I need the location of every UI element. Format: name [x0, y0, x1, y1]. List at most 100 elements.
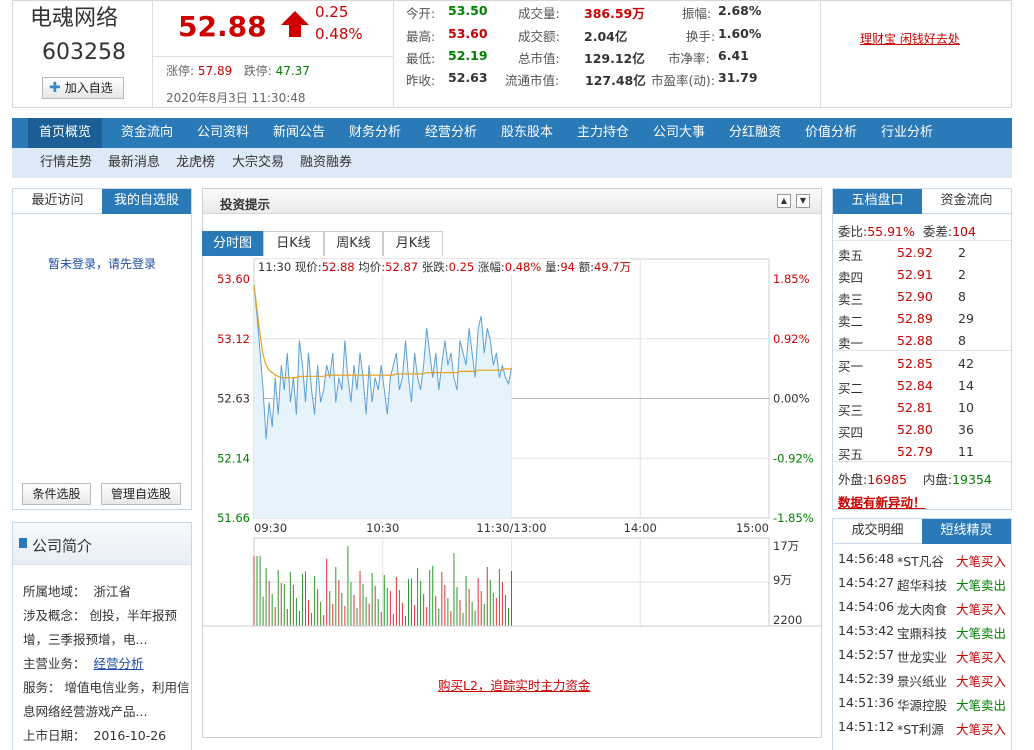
- order-vol: 2: [958, 245, 966, 260]
- ratio-label: 委比:: [838, 224, 868, 239]
- time-tick-label: 11:30/13:00: [476, 521, 546, 535]
- order-vol: 29: [958, 311, 974, 326]
- order-price: 52.89: [897, 311, 933, 326]
- time-tick-label: 14:00: [624, 521, 657, 535]
- data-alert-link[interactable]: 数据有新异动！: [838, 492, 926, 511]
- login-prompt-link[interactable]: 暂未登录，请先登录: [48, 255, 156, 272]
- order-label: 卖二: [838, 314, 864, 329]
- order-vol: 14: [958, 378, 974, 393]
- nav-item[interactable]: 主力持仓: [572, 118, 634, 148]
- stat-value: 53.50: [448, 3, 488, 18]
- outer-label: 外盘:: [838, 472, 868, 487]
- outer-value: 16985: [867, 472, 907, 487]
- trade-time: 14:54:27: [838, 575, 895, 590]
- info-amt: 49.7万: [594, 260, 632, 274]
- info-chg: 0.25: [448, 260, 475, 274]
- trade-name[interactable]: 景兴纸业: [897, 671, 947, 690]
- nav-item[interactable]: 资金流向: [116, 118, 178, 148]
- tab-fund-flow[interactable]: 资金流向: [922, 189, 1011, 214]
- stat-value: 2.68%: [718, 3, 762, 18]
- nav-item[interactable]: 新闻公告: [268, 118, 330, 148]
- order-price: 52.80: [897, 422, 933, 437]
- stat-item: 最高: 53.60: [406, 26, 488, 45]
- trade-name[interactable]: 宝鼎科技: [897, 623, 947, 642]
- ad-link[interactable]: 理财宝 闲钱好去处: [860, 30, 960, 47]
- divider: [153, 56, 393, 57]
- sub-nav: 行情走势 最新消息 龙虎榜 大宗交易 融资融券: [12, 148, 1012, 178]
- nav-item[interactable]: 行业分析: [876, 118, 938, 148]
- tab-intraday[interactable]: 分时图: [202, 231, 263, 256]
- trade-name[interactable]: *ST利源: [897, 719, 944, 738]
- stat-item: 最低: 52.19: [406, 48, 488, 67]
- trade-name[interactable]: 华源控股: [897, 695, 947, 714]
- business-analysis-link[interactable]: 经营分析: [93, 656, 143, 671]
- volume-tick-label: 17万: [773, 539, 799, 553]
- subnav-item[interactable]: 龙虎榜: [176, 148, 215, 178]
- subnav-item[interactable]: 大宗交易: [232, 148, 284, 178]
- info-pct: 0.48%: [504, 260, 542, 274]
- price-tick-label: 52.63: [217, 392, 250, 406]
- watchlist-panel: 最近访问 我的自选股: [12, 188, 192, 510]
- tab-my-watchlist[interactable]: 我的自选股: [102, 189, 191, 214]
- diff-value: 104: [952, 224, 976, 239]
- divider: [833, 461, 1011, 462]
- order-ratio: 委比:55.91% 委差:104: [838, 221, 976, 240]
- trade-time: 14:53:42: [838, 623, 895, 638]
- stat-item: 振幅: 2.68%: [682, 3, 761, 22]
- trade-name[interactable]: 超华科技: [897, 575, 947, 594]
- price-tick-label: 53.60: [217, 272, 250, 286]
- pct-tick-label: 0.92%: [773, 332, 810, 346]
- tab-trade-detail[interactable]: 成交明细: [833, 519, 922, 544]
- tab-recent[interactable]: 最近访问: [13, 189, 102, 214]
- stock-name: 电魂网络: [30, 6, 119, 31]
- order-vol: 8: [958, 289, 966, 304]
- buy-l2-link[interactable]: 购买L2，追踪实时主力资金: [438, 675, 590, 694]
- manage-watchlist-button[interactable]: 管理自选股: [101, 483, 181, 505]
- stat-value: 53.60: [448, 26, 488, 41]
- nav-item[interactable]: 首页概览: [28, 118, 102, 148]
- info-time: 11:30: [258, 260, 292, 274]
- order-price: 52.84: [897, 378, 933, 393]
- nav-item[interactable]: 股东股本: [496, 118, 558, 148]
- nav-item[interactable]: 分红融资: [724, 118, 786, 148]
- trade-time: 14:52:39: [838, 671, 895, 686]
- tab-short-term-alerts[interactable]: 短线精灵: [922, 519, 1011, 544]
- diff-label: 委差:: [922, 224, 953, 239]
- trade-name[interactable]: 龙大肉食: [897, 599, 947, 618]
- trade-name[interactable]: *ST凡谷: [897, 551, 944, 570]
- nav-item[interactable]: 公司大事: [648, 118, 710, 148]
- nav-item[interactable]: 价值分析: [800, 118, 862, 148]
- tab-order-book[interactable]: 五档盘口: [833, 189, 922, 214]
- subnav-item[interactable]: 最新消息: [108, 148, 160, 178]
- stat-item: 换手: 1.60%: [686, 26, 761, 45]
- nav-item[interactable]: 财务分析: [344, 118, 406, 148]
- region-label: 所属地域：: [23, 584, 86, 599]
- stat-label: 最低:: [406, 51, 436, 66]
- nav-item[interactable]: 公司资料: [192, 118, 254, 148]
- stock-filter-button[interactable]: 条件选股: [22, 483, 91, 505]
- stat-item: 市盈率(动): 31.79: [651, 70, 758, 89]
- order-vol: 2: [958, 267, 966, 282]
- divider: [833, 350, 1011, 351]
- limit-up-label: 涨停:: [166, 64, 195, 78]
- order-vol: 36: [958, 422, 974, 437]
- tab-daily-k[interactable]: 日K线: [263, 231, 324, 256]
- intro-region: 所属地域： 浙江省: [23, 581, 131, 600]
- subnav-item[interactable]: 融资融券: [300, 148, 352, 178]
- time-tick-label: 15:00: [736, 521, 769, 535]
- add-watchlist-button[interactable]: ✚ 加入自选: [42, 77, 124, 99]
- inner-label: 内盘:: [922, 472, 953, 487]
- order-vol: 8: [958, 333, 966, 348]
- collapse-down-icon[interactable]: ▼: [796, 194, 810, 208]
- nav-item[interactable]: 经营分析: [420, 118, 482, 148]
- order-label: 卖五: [838, 248, 864, 263]
- trade-name[interactable]: 世龙实业: [897, 647, 947, 666]
- tab-weekly-k[interactable]: 周K线: [324, 231, 383, 256]
- stat-value: 6.41: [718, 48, 749, 63]
- collapse-up-icon[interactable]: ▲: [777, 194, 791, 208]
- stat-label: 流通市值:: [505, 73, 560, 88]
- tab-monthly-k[interactable]: 月K线: [383, 231, 443, 256]
- subnav-item[interactable]: 行情走势: [40, 148, 92, 178]
- business-label: 主营业务：: [23, 656, 86, 671]
- chart-info-bar: 11:30 现价:52.88 均价:52.87 张跌:0.25 涨幅:0.48%…: [258, 259, 632, 275]
